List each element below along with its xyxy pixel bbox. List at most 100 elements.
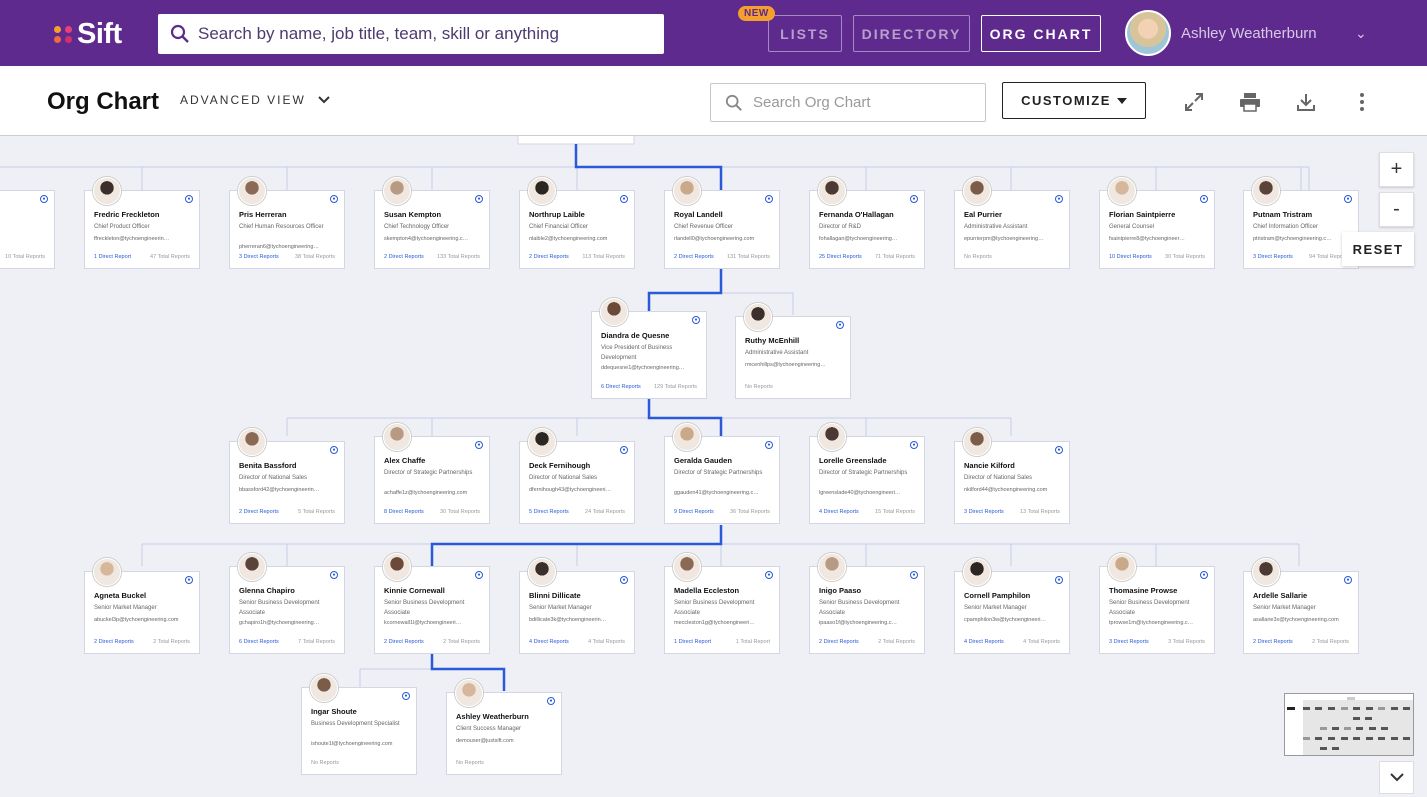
employee-email[interactable]: bbassford42@tychoengineerin… [239, 487, 339, 493]
direct-reports-link[interactable]: 1 Direct Report [94, 254, 131, 260]
minimap[interactable] [1284, 693, 1414, 756]
employee-card[interactable]: ● Inigo Paaso Senior Business Development … [809, 553, 925, 654]
profile-icon[interactable]: ● [1055, 195, 1063, 203]
profile-icon[interactable]: ● [475, 195, 483, 203]
direct-reports-link[interactable]: 10 Direct Reports [1109, 254, 1152, 260]
reset-button[interactable]: RESET [1342, 232, 1414, 266]
employee-card[interactable]: ● Blinni Dillicate Senior Market Manager bd… [519, 558, 635, 654]
profile-icon[interactable]: ● [185, 195, 193, 203]
org-chart-search-box[interactable] [710, 83, 986, 122]
profile-icon[interactable]: ● [836, 321, 844, 329]
zoom-out-button[interactable]: - [1379, 192, 1414, 227]
profile-icon[interactable]: ● [910, 195, 918, 203]
org-chart-canvas[interactable]: ●…on…ngineering.com10 Total Reports ●Fred… [0, 136, 1427, 797]
profile-icon[interactable]: ● [1055, 576, 1063, 584]
profile-icon[interactable]: ● [330, 195, 338, 203]
print-icon[interactable] [1238, 90, 1262, 114]
profile-icon[interactable]: ● [620, 195, 628, 203]
employee-email[interactable]: abuckel3p@tychoengineering.com [94, 617, 194, 623]
direct-reports-link[interactable]: 4 Direct Reports [529, 639, 569, 645]
employee-card[interactable]: ● Susan Kempton Chief Technology Officer sk… [374, 177, 490, 269]
global-search-box[interactable] [158, 14, 664, 54]
employee-card[interactable]: ● Geralda Gauden Director of Strategic Par… [664, 423, 780, 524]
employee-card[interactable]: ● Madella Eccleston Senior Business Develo… [664, 553, 780, 654]
employee-card[interactable]: ● Diandra de Quesne Vice President of Busi… [591, 298, 707, 399]
profile-icon[interactable]: ● [620, 576, 628, 584]
employee-card[interactable]: ● Florian Saintpierre General Counsel fsain… [1099, 177, 1215, 269]
employee-email[interactable]: skempton4@tychoengineering.c… [384, 236, 484, 242]
employee-card[interactable]: ●…on…ngineering.com10 Total Reports [0, 190, 55, 269]
customize-button[interactable]: CUSTOMIZE [1002, 82, 1146, 119]
employee-card[interactable]: ● Nancie Kilford Director of National Sale… [954, 428, 1070, 524]
profile-icon[interactable]: ● [692, 316, 700, 324]
employee-card[interactable]: ● Agneta Buckel Senior Market Manager abuck… [84, 558, 200, 654]
profile-icon[interactable]: ● [1344, 195, 1352, 203]
direct-reports-link[interactable]: 3 Direct Reports [239, 254, 279, 260]
employee-email[interactable]: cpamphilon3w@tychoengineeri… [964, 617, 1064, 623]
employee-email[interactable]: epurrierpm@tychoengineering… [964, 236, 1064, 242]
global-search-input[interactable] [198, 24, 638, 44]
direct-reports-link[interactable]: 2 Direct Reports [239, 509, 279, 515]
direct-reports-link[interactable]: 3 Direct Reports [964, 509, 1004, 515]
profile-icon[interactable]: ● [765, 571, 773, 579]
employee-card[interactable]: ● Deck Fernihough Director of National Sal… [519, 428, 635, 524]
profile-icon[interactable]: ● [330, 446, 338, 454]
direct-reports-link[interactable]: 6 Direct Reports [601, 384, 641, 390]
employee-email[interactable]: ddequesne1@tychoengineering… [601, 365, 701, 371]
employee-email[interactable]: bdillicate3k@tychoengineerin… [529, 617, 629, 623]
direct-reports-link[interactable]: 2 Direct Reports [94, 639, 134, 645]
direct-reports-link[interactable]: 2 Direct Reports [384, 639, 424, 645]
employee-email[interactable]: tprowse1m@tychoengineering.c… [1109, 620, 1209, 626]
direct-reports-link[interactable]: 6 Direct Reports [239, 639, 279, 645]
employee-email[interactable]: ffreckleton@tychoengineerin… [94, 236, 194, 242]
view-selector[interactable]: ADVANCED VIEW [180, 93, 330, 107]
profile-icon[interactable]: ● [620, 446, 628, 454]
employee-email[interactable]: kcornewall1l@tychoengineeri… [384, 620, 484, 626]
profile-icon[interactable]: ● [547, 697, 555, 705]
profile-icon[interactable]: ● [910, 441, 918, 449]
direct-reports-link[interactable]: 2 Direct Reports [529, 254, 569, 260]
org-chart-search-input[interactable] [753, 94, 973, 111]
employee-email[interactable]: pherreran6@tychoengineering… [239, 244, 339, 250]
profile-icon[interactable]: ● [40, 195, 48, 203]
nav-directory-button[interactable]: DIRECTORY [853, 15, 970, 52]
employee-email[interactable]: asallarie3x@tychoengineering.com [1253, 617, 1353, 623]
employee-email[interactable]: demouser@justsift.com [456, 738, 556, 744]
profile-icon[interactable]: ● [1344, 576, 1352, 584]
employee-card[interactable]: ● Benita Bassford Director of National Sal… [229, 428, 345, 524]
download-icon[interactable] [1294, 90, 1318, 114]
employee-email[interactable]: ishoute1l@tychoengineering.com [311, 741, 411, 747]
employee-email[interactable]: nkilford44@tychoengineering.com [964, 487, 1064, 493]
direct-reports-link[interactable]: 2 Direct Reports [384, 254, 424, 260]
profile-icon[interactable]: ● [910, 571, 918, 579]
profile-icon[interactable]: ● [765, 195, 773, 203]
direct-reports-link[interactable]: 8 Direct Reports [384, 509, 424, 515]
sift-logo[interactable]: Sift [54, 18, 122, 50]
direct-reports-link[interactable]: 3 Direct Reports [1109, 639, 1149, 645]
employee-card[interactable]: ● Fredric Freckleton Chief Product Officer… [84, 177, 200, 269]
direct-reports-link[interactable]: 25 Direct Reports [819, 254, 862, 260]
employee-card[interactable]: ● Northrup Laible Chief Financial Officer n… [519, 177, 635, 269]
employee-email[interactable]: dfernihough43@tychoengineeri… [529, 487, 629, 493]
profile-icon[interactable]: ● [185, 576, 193, 584]
employee-card[interactable]: ● Lorelle Greenslade Director of Strategic… [809, 423, 925, 524]
direct-reports-link[interactable]: 3 Direct Reports [1253, 254, 1293, 260]
user-menu[interactable]: Ashley Weatherburn ⌄ [1125, 10, 1367, 56]
direct-reports-link[interactable]: 2 Direct Reports [674, 254, 714, 260]
employee-card[interactable]: ● Ingar Shoute Business Development Specia… [301, 674, 417, 775]
employee-card[interactable]: ● Glenna Chapiro Senior Business Developme… [229, 553, 345, 654]
employee-email[interactable]: rmcenhillps@tychoengineering… [745, 362, 845, 368]
nav-org-chart-button[interactable]: ORG CHART [981, 15, 1101, 52]
profile-icon[interactable]: ● [765, 441, 773, 449]
employee-card[interactable]: ● Thomasine Prowse Senior Business Develop… [1099, 553, 1215, 654]
employee-card[interactable]: ● Ardelle Sallarie Senior Market Manager as… [1243, 558, 1359, 654]
employee-card[interactable]: ● Fernanda O'Hallagan Director of R&D fohal… [809, 177, 925, 269]
direct-reports-link[interactable]: 9 Direct Reports [674, 509, 714, 515]
direct-reports-link[interactable]: 1 Direct Report [674, 639, 711, 645]
employee-email[interactable]: ggauden41@tychoengineering.c… [674, 490, 774, 496]
profile-icon[interactable]: ● [1200, 571, 1208, 579]
profile-icon[interactable]: ● [402, 692, 410, 700]
employee-email[interactable]: rlandell0@tychoengineering.com [674, 236, 774, 242]
employee-email[interactable]: fohallagan@tychoengineering… [819, 236, 919, 242]
employee-email[interactable]: ipaaso1f@tychoengineering.c… [819, 620, 919, 626]
